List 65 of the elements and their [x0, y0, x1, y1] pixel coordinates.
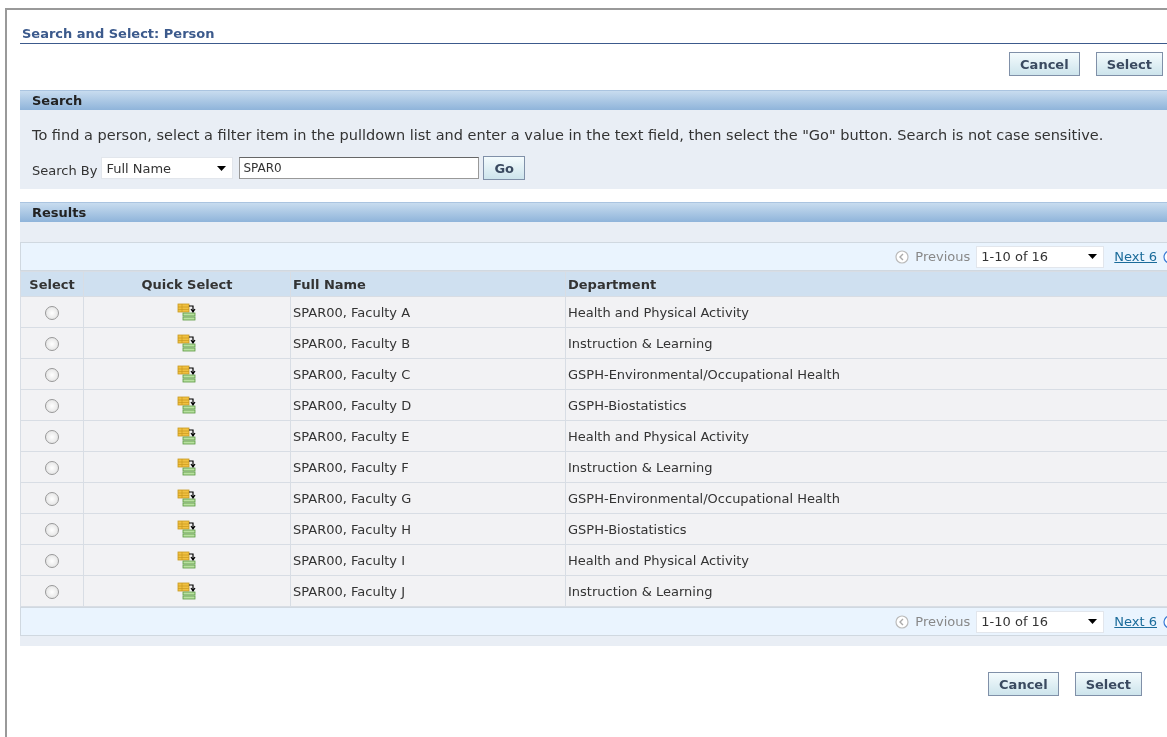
table-cell: SPAR00, Faculty D — [290, 389, 566, 421]
quick-select-icon[interactable] — [177, 396, 197, 414]
dialog-button[interactable]: Cancel — [1009, 52, 1080, 76]
dialog-button[interactable]: Cancel — [988, 672, 1059, 696]
go-button[interactable]: Go — [483, 156, 525, 180]
quick-select-icon[interactable] — [177, 582, 197, 600]
table-cell: GSPH-Biostatistics — [565, 513, 1167, 545]
column-header: Select — [20, 271, 84, 297]
next-link[interactable]: Next 6 — [1114, 249, 1157, 264]
table-cell: SPAR00, Faculty I — [290, 544, 566, 576]
radio-button[interactable] — [45, 584, 59, 599]
radio-button[interactable] — [45, 491, 59, 506]
table-cell: Instruction & Learning — [565, 327, 1167, 359]
caret-icon — [1088, 619, 1098, 624]
table-cell: SPAR00, Faculty C — [290, 358, 566, 390]
quick-select-icon[interactable] — [177, 458, 197, 476]
quick-select-icon[interactable] — [177, 365, 197, 383]
range-dropdown[interactable]: 1-10 of 16 — [976, 245, 1105, 268]
search-by-label: Search By — [32, 162, 98, 178]
section-header: Search — [20, 90, 1167, 110]
column-header: Quick Select — [83, 271, 291, 297]
table-cell: SPAR00, Faculty J — [290, 575, 566, 607]
quick-select-icon[interactable] — [177, 427, 197, 445]
radio-button[interactable] — [45, 398, 59, 413]
section-header: Results — [20, 202, 1167, 222]
radio-button[interactable] — [45, 367, 59, 382]
table-cell: SPAR00, Faculty F — [290, 451, 566, 483]
instructions-text: To find a person, select a filter item in the pulldown list and enter a value in the text field, then select the "Go" button. Search is not case sensitive. — [32, 126, 1105, 145]
caret-icon — [1088, 254, 1098, 259]
dialog-button[interactable]: Select — [1095, 52, 1163, 76]
previous-icon — [895, 249, 910, 264]
search-field[interactable]: SPAR0 — [239, 157, 480, 179]
table-cell: SPAR00, Faculty E — [290, 420, 566, 452]
table-cell: SPAR00, Faculty A — [290, 296, 566, 328]
radio-button[interactable] — [45, 522, 59, 537]
radio-button[interactable] — [45, 336, 59, 351]
quick-select-icon[interactable] — [177, 303, 197, 321]
page-title: Search and Select: Person — [20, 10, 1167, 44]
table-cell: Health and Physical Activity — [565, 296, 1167, 328]
range-dropdown[interactable]: 1-10 of 16 — [976, 610, 1105, 633]
caret-icon — [217, 165, 227, 171]
table-cell: SPAR00, Faculty H — [290, 513, 566, 545]
table-cell: SPAR00, Faculty B — [290, 327, 566, 359]
table-cell: SPAR00, Faculty G — [290, 482, 566, 514]
dialog-button[interactable]: Select — [1074, 672, 1142, 696]
table-cell: GSPH-Biostatistics — [565, 389, 1167, 421]
previous-icon — [895, 614, 910, 629]
table-cell: Health and Physical Activity — [565, 544, 1167, 576]
radio-button[interactable] — [45, 553, 59, 568]
filter-dropdown[interactable]: Full Name — [101, 157, 234, 179]
table-cell: Instruction & Learning — [565, 451, 1167, 483]
table-cell: GSPH-Environmental/Occupational Health — [565, 482, 1167, 514]
radio-button[interactable] — [45, 460, 59, 475]
column-header: Full Name — [290, 271, 566, 297]
quick-select-icon[interactable] — [177, 489, 197, 507]
quick-select-icon[interactable] — [177, 551, 197, 569]
quick-select-icon[interactable] — [177, 334, 197, 352]
radio-button[interactable] — [45, 305, 59, 320]
next-link[interactable]: Next 6 — [1114, 614, 1157, 629]
table-cell: GSPH-Environmental/Occupational Health — [565, 358, 1167, 390]
table-cell: Health and Physical Activity — [565, 420, 1167, 452]
radio-button[interactable] — [45, 429, 59, 444]
table-cell: Instruction & Learning — [565, 575, 1167, 607]
column-header: Department — [565, 271, 1167, 297]
quick-select-icon[interactable] — [177, 520, 197, 538]
